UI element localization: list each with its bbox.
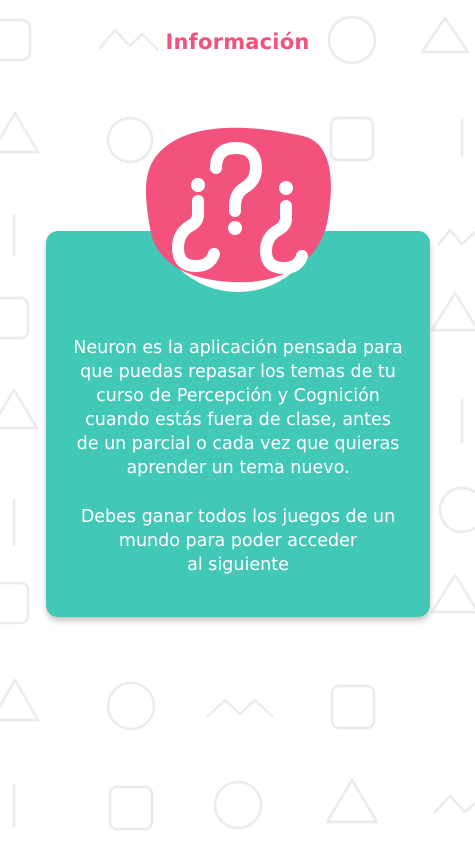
info-paragraph-instructions: Debes ganar todos los juegos de un mundo… [80,507,396,575]
question-marks-icon [145,120,331,292]
page-title: Información [165,30,310,54]
info-paragraph-description: Neuron es la aplicación pensada para que… [73,338,403,478]
